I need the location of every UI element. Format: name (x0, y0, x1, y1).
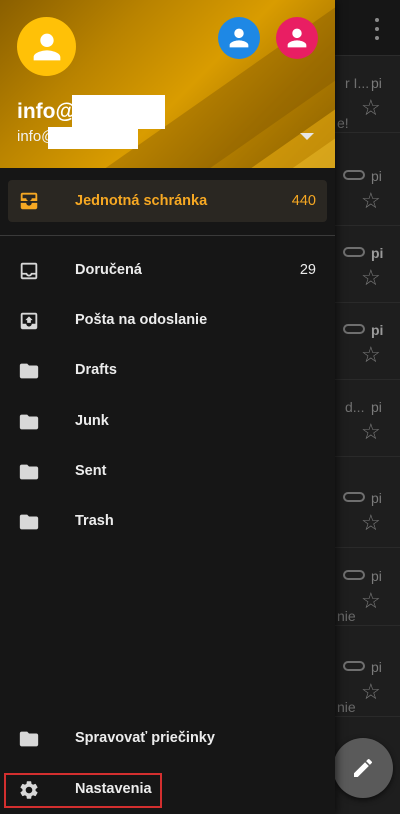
account-dropdown-icon[interactable] (300, 133, 314, 140)
mail-row-sender: pi (371, 322, 384, 338)
top-app-bar (335, 0, 400, 56)
attachment-icon (343, 324, 365, 334)
star-icon[interactable]: ☆ (361, 681, 381, 703)
redaction-box (48, 127, 138, 149)
mail-row-sender: pi (371, 168, 382, 184)
star-icon[interactable]: ☆ (361, 421, 381, 443)
unified-inbox-label: Jednotná schránka (75, 193, 208, 209)
folder-item-trash[interactable]: Trash (0, 497, 335, 547)
mail-row-sender: pi (371, 490, 382, 506)
attachment-icon (343, 661, 365, 671)
compose-button[interactable] (333, 738, 393, 798)
star-icon[interactable]: ☆ (361, 344, 381, 366)
attachment-icon (343, 492, 365, 502)
folder-item-label: Pošta na odoslanie (75, 312, 208, 328)
mail-row[interactable]: r I... pi ☆ e! (335, 57, 400, 133)
folder-item-junk[interactable]: Junk (0, 397, 335, 447)
folder-item-count: 29 (299, 262, 316, 278)
mail-row-sender: pi (371, 399, 382, 415)
folder-icon (18, 461, 40, 488)
folder-icon (18, 511, 40, 538)
folder-icon (18, 728, 40, 755)
account-switch-avatar-pink[interactable] (276, 17, 318, 59)
attachment-icon (343, 570, 365, 580)
folder-item-sent[interactable]: Sent (0, 447, 335, 497)
mail-row[interactable]: pi ☆ (335, 150, 400, 226)
person-icon (229, 28, 249, 48)
mail-row[interactable]: pi ☆ (335, 227, 400, 303)
folder-item-label: Doručená (75, 262, 142, 278)
inbox-icon (18, 260, 40, 287)
folder-icon (18, 411, 40, 438)
manage-folders-item[interactable]: Spravovať priečinky (0, 714, 335, 764)
mail-row-sender: pi (371, 75, 382, 91)
star-icon[interactable]: ☆ (361, 97, 381, 119)
star-icon[interactable]: ☆ (361, 512, 381, 534)
more-options-icon[interactable] (368, 18, 386, 40)
mail-row[interactable]: pi ☆ (335, 304, 400, 380)
star-icon[interactable]: ☆ (361, 267, 381, 289)
mail-row-sender: pi (371, 568, 382, 584)
attachment-icon (343, 247, 365, 257)
star-icon[interactable]: ☆ (361, 590, 381, 612)
navigation-drawer: info@ info@ Jednotná schránka 440 Doruče… (0, 0, 335, 814)
folder-item-label: Junk (75, 413, 109, 429)
mail-row-sender: pi (371, 659, 382, 675)
mail-row[interactable]: d... pi ☆ (335, 381, 400, 457)
account-name: info@ (17, 100, 76, 123)
all-inbox-icon (18, 190, 40, 217)
folder-item-label: Sent (75, 463, 107, 479)
folder-item-inbox[interactable]: Doručená 29 (0, 246, 335, 296)
mail-row-subtext: e! (337, 115, 349, 131)
mail-row-snippet: d... (345, 399, 365, 415)
folder-item-label: Trash (75, 513, 114, 529)
current-account-avatar[interactable] (17, 17, 76, 76)
unified-inbox-item[interactable]: Jednotná schránka 440 (8, 180, 327, 222)
folder-icon (18, 360, 40, 387)
folder-item-outbox[interactable]: Pošta na odoslanie (0, 296, 335, 346)
mail-row[interactable]: pi ☆ nie (335, 641, 400, 717)
folder-item-label: Drafts (75, 362, 117, 378)
folder-item-drafts[interactable]: Drafts (0, 346, 335, 396)
person-icon (287, 28, 307, 48)
outbox-icon (18, 310, 40, 337)
attachment-icon (343, 170, 365, 180)
mail-row[interactable]: pi ☆ (335, 472, 400, 548)
mail-row-sender: pi (371, 245, 384, 261)
account-header: info@ info@ (0, 0, 335, 168)
unified-inbox-count: 440 (291, 193, 316, 209)
mail-row-subtext: nie (337, 699, 356, 715)
mail-row-subtext: nie (337, 608, 356, 624)
mail-row-snippet: r I... (345, 75, 370, 91)
drawer-divider (0, 235, 335, 236)
person-icon (33, 33, 60, 60)
account-switch-avatar-blue[interactable] (218, 17, 260, 59)
star-icon[interactable]: ☆ (361, 190, 381, 212)
manage-folders-label: Spravovať priečinky (75, 730, 215, 746)
pencil-icon (354, 758, 373, 777)
redaction-box (72, 95, 165, 129)
settings-highlight-box (4, 773, 162, 808)
mail-row[interactable]: pi ☆ nie (335, 550, 400, 626)
